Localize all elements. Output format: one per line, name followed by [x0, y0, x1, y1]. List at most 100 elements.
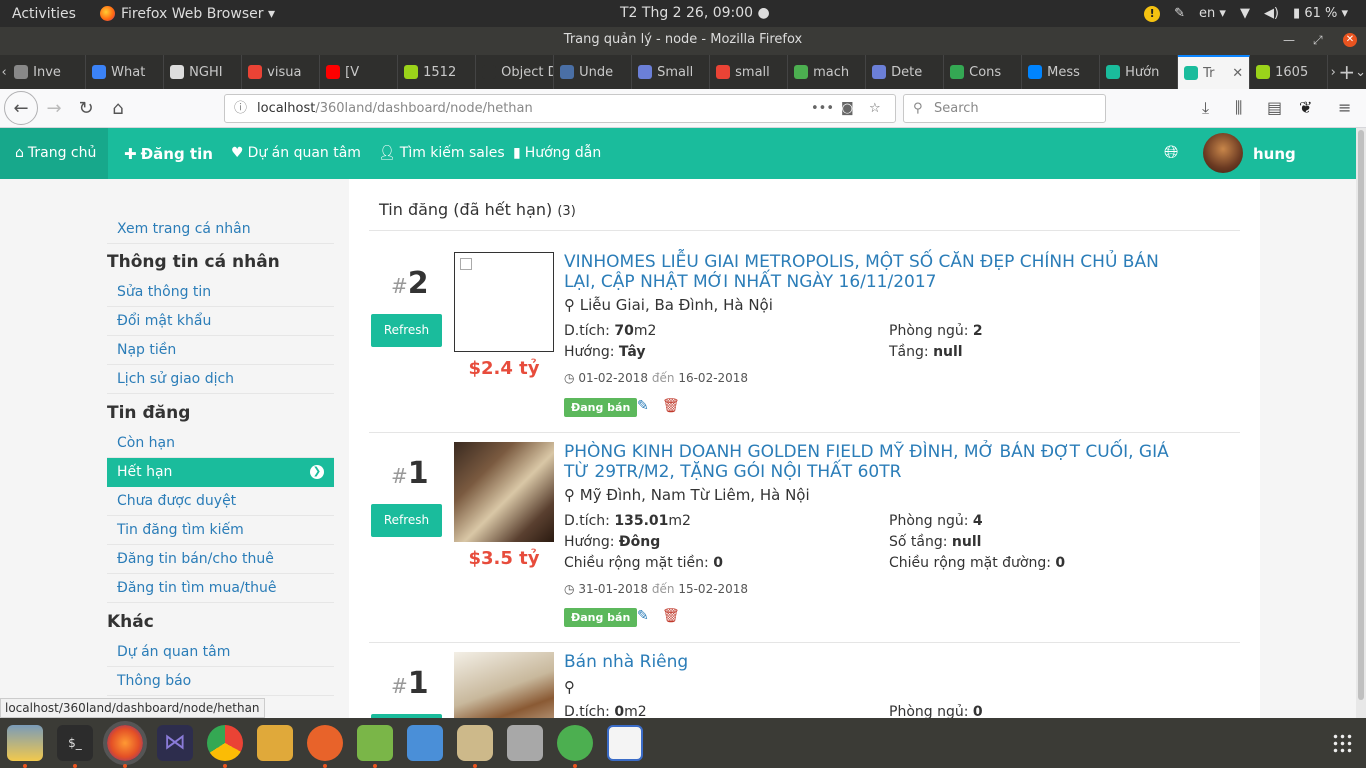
downloads-icon[interactable]: ⤓ [1202, 98, 1209, 118]
nav-post-link[interactable]: ✚ Đăng tin [124, 145, 213, 163]
terminal-icon[interactable]: $_ [57, 725, 93, 768]
refresh-button[interactable]: Refresh [371, 314, 442, 347]
package-icon[interactable] [257, 725, 293, 761]
sidebar-history[interactable]: Lịch sử giao dịch [107, 365, 334, 394]
browser-tab[interactable]: What [86, 55, 165, 89]
speaker-icon[interactable] [457, 725, 493, 768]
text-editor-icon[interactable] [607, 725, 643, 761]
search-box[interactable]: ⚲ Search [903, 94, 1106, 123]
scrollbar-thumb[interactable] [1358, 130, 1364, 700]
back-button[interactable]: ← [4, 91, 38, 125]
sidebar-change-password[interactable]: Đổi mật khẩu [107, 307, 334, 336]
listing-title[interactable]: Bán nhà Riêng [564, 652, 1194, 672]
browser-tab[interactable]: Cons [944, 55, 1023, 89]
browser-tab[interactable]: NGHI [164, 55, 243, 89]
hamburger-menu-icon[interactable]: ≡ [1338, 98, 1351, 117]
software-center-icon[interactable] [507, 725, 543, 761]
refresh-button[interactable]: Refresh [371, 504, 442, 537]
firefox-icon[interactable] [103, 721, 147, 768]
browser-tab[interactable]: Hướn [1100, 55, 1179, 89]
trash-icon[interactable]: 🗑︎ [662, 398, 680, 414]
app-menu[interactable]: Firefox Web Browser ▾ [92, 6, 275, 22]
nav-home-link[interactable]: ⌂ Trang chủ [15, 145, 96, 161]
close-tab-icon[interactable]: ✕ [1232, 66, 1243, 81]
show-apps-icon[interactable] [1332, 733, 1352, 753]
listing-title[interactable]: PHÒNG KINH DOANH GOLDEN FIELD MỸ ĐÌNH, M… [564, 442, 1194, 482]
clipboard-icon[interactable]: ✎ [1174, 6, 1185, 21]
browser-tab[interactable]: small [710, 55, 789, 89]
files-app-icon[interactable] [7, 725, 43, 768]
listing-count: (3) [557, 204, 576, 219]
alert-icon[interactable]: ! [1144, 5, 1161, 22]
forward-button[interactable]: → [38, 92, 70, 124]
new-tab-button[interactable]: + [1338, 60, 1355, 84]
browser-tab[interactable]: mach [788, 55, 867, 89]
sidebar-toggle-icon[interactable]: ▤ [1267, 98, 1282, 117]
maximize-button[interactable]: ⤢ [1313, 27, 1323, 53]
tab-scroll-right-icon[interactable]: › [1328, 65, 1338, 80]
clock[interactable]: T2 Thg 2 26, 09:00 ● [620, 5, 770, 21]
browser-tab[interactable]: Object D [476, 55, 555, 89]
home-button[interactable]: ⌂ [102, 92, 134, 124]
user-name[interactable]: hung [1253, 145, 1296, 163]
tab-scroll-left-icon[interactable]: ‹ [0, 65, 8, 80]
sidebar-expired-posts[interactable]: Hết hạn ❯ [107, 458, 334, 487]
library-icon[interactable]: ⫼ [1235, 98, 1242, 118]
reload-button[interactable]: ↻ [70, 92, 102, 124]
sidebar-view-profile[interactable]: Xem trang cá nhân [107, 215, 334, 244]
page-scrollbar[interactable] [1356, 128, 1366, 718]
browser-tab[interactable]: Tr ✕ [1178, 55, 1251, 89]
inkscape-icon[interactable] [307, 725, 343, 768]
chrome-icon[interactable] [207, 725, 243, 768]
activities-button[interactable]: Activities [0, 6, 92, 22]
tab-list-menu-icon[interactable]: ⌄ [1355, 65, 1366, 80]
volume-icon[interactable]: ◀) [1264, 6, 1279, 21]
browser-tab[interactable]: Small [632, 55, 711, 89]
nav-projects-link[interactable]: ♥ Dự án quan tâm [231, 145, 361, 161]
listing-thumbnail[interactable] [454, 442, 554, 542]
trash-icon[interactable]: 🗑︎ [662, 608, 680, 624]
listing-thumbnail[interactable] [454, 652, 554, 718]
sidebar-active-posts[interactable]: Còn hạn [107, 429, 334, 458]
listing-thumbnail[interactable] [454, 252, 554, 352]
android-studio-icon[interactable] [357, 725, 393, 768]
browser-tab[interactable]: 1512 [398, 55, 477, 89]
bookmark-star-icon[interactable]: ☆ [869, 95, 881, 122]
browser-tab[interactable]: Unde [554, 55, 633, 89]
sidebar-fav-projects[interactable]: Dự án quan tâm [107, 638, 334, 667]
sidebar-notifications[interactable]: Thông báo [107, 667, 334, 696]
browser-tab[interactable]: visua [242, 55, 321, 89]
pocket-icon[interactable]: ◙ [841, 95, 854, 122]
pencil-icon[interactable]: ✎ [637, 608, 649, 624]
minimize-button[interactable]: — [1283, 27, 1295, 53]
info-icon[interactable]: ⓘ [234, 95, 247, 122]
language-indicator[interactable]: en ▾ [1199, 6, 1226, 21]
globe-icon[interactable]: 🌐︎ [1164, 142, 1178, 163]
browser-tab[interactable]: Dete [866, 55, 945, 89]
avatar[interactable] [1203, 133, 1243, 173]
battery-indicator[interactable]: ▮ 61 % ▾ [1293, 6, 1348, 21]
system-monitor-icon[interactable] [407, 725, 443, 761]
sidebar-buy-posts[interactable]: Đăng tin tìm mua/thuê [107, 574, 334, 603]
sidebar-search-posts[interactable]: Tin đăng tìm kiếm [107, 516, 334, 545]
browser-tab[interactable]: Inve [8, 55, 87, 89]
extension-icon[interactable]: ❦ [1299, 98, 1312, 117]
url-bar[interactable]: ⓘ localhost/360land/dashboard/node/hetha… [224, 94, 896, 123]
nav-guide-link[interactable]: ▮ Hướng dẫn [513, 145, 601, 161]
pencil-icon[interactable]: ✎ [637, 398, 649, 414]
sidebar-edit-info[interactable]: Sửa thông tin [107, 278, 334, 307]
vscode-icon[interactable]: ⋈ [157, 725, 193, 761]
nav-sales-link[interactable]: 👤︎ Tìm kiếm sales [378, 145, 505, 161]
sidebar-top-up[interactable]: Nạp tiền [107, 336, 334, 365]
sidebar-sell-posts[interactable]: Đăng tin bán/cho thuê [107, 545, 334, 574]
settings-icon[interactable] [557, 725, 593, 768]
close-window-button[interactable]: ✕ [1343, 33, 1357, 47]
sidebar-pending-posts[interactable]: Chưa được duyệt [107, 487, 334, 516]
page-actions-icon[interactable]: ••• [811, 95, 834, 122]
browser-tab[interactable]: Mess [1022, 55, 1101, 89]
browser-tab[interactable]: [V [320, 55, 399, 89]
system-tray[interactable]: ! ✎ en ▾ ▼ ◀) ▮ 61 % ▾ [1144, 0, 1366, 27]
wifi-icon[interactable]: ▼ [1240, 6, 1250, 21]
listing-title[interactable]: VINHOMES LIỄU GIAI METROPOLIS, MỘT SỐ CĂ… [564, 252, 1194, 292]
browser-tab[interactable]: 1605 [1250, 55, 1329, 89]
